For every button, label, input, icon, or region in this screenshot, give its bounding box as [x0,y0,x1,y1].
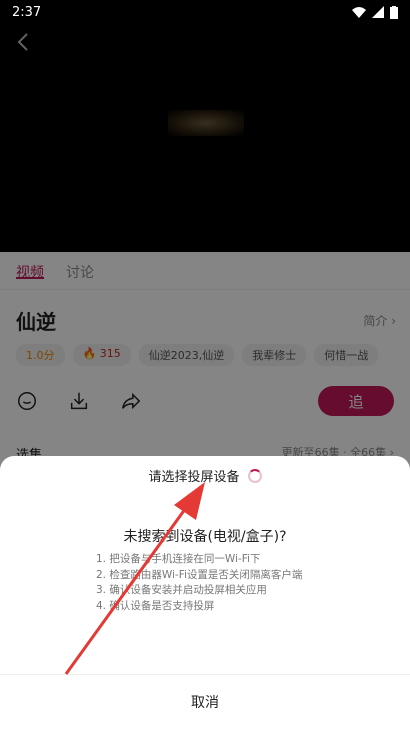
no-device-title: 未搜索到设备(电视/盒子)? [123,529,287,545]
cancel-button[interactable]: 取消 [0,675,410,729]
tip-item: 4. 确认设备是否支持投屏 [96,599,215,612]
tip-item: 1. 把设备与手机连接在同一Wi-Fi下 [96,553,261,565]
loading-spinner-icon [247,468,262,483]
sheet-title: 请选择投屏设备 [148,470,240,485]
status-bar: 2:37 [0,0,410,24]
wifi-icon [352,7,366,18]
status-time: 2:37 [12,4,42,20]
troubleshoot-tips: 1. 把设备与手机连接在同一Wi-Fi下 2. 检查路由器Wi-Fi设置是否关闭… [96,552,302,614]
sheet-header: 请选择投屏设备 [0,466,410,485]
cast-device-sheet: 请选择投屏设备 未搜索到设备(电视/盒子)? 1. 把设备与手机连接在同一Wi-… [0,456,410,729]
tip-item: 2. 检查路由器Wi-Fi设置是否关闭隔离客户端 [96,568,303,581]
tip-item: 3. 确认设备安装并启动投屏相关应用 [96,584,267,596]
battery-icon [390,5,398,19]
signal-icon [372,6,384,18]
